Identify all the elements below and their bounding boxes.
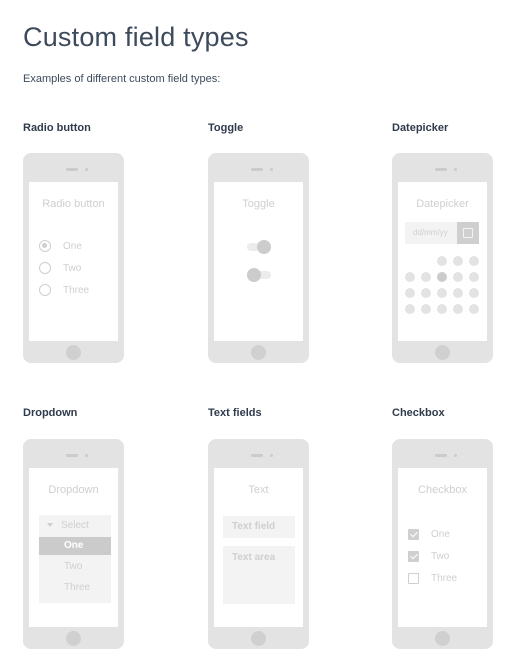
camera-icon	[454, 168, 457, 171]
section-label-radio: Radio button	[23, 122, 91, 134]
page-subtitle: Examples of different custom field types…	[23, 73, 221, 85]
calendar-day[interactable]	[421, 272, 431, 282]
camera-icon	[85, 168, 88, 171]
radio-unselected-icon[interactable]	[39, 284, 51, 296]
calendar-day[interactable]	[453, 304, 463, 314]
phone-screen: Dropdown Select One Two Three	[29, 468, 118, 627]
date-input[interactable]: dd/mm/yy	[405, 222, 457, 244]
speaker-icon	[435, 168, 447, 171]
phone-mockup-toggle: Toggle	[208, 153, 309, 363]
section-label-dropdown: Dropdown	[23, 407, 78, 419]
checkbox-option[interactable]: Two	[408, 549, 449, 563]
calendar-day[interactable]	[405, 304, 415, 314]
toggle-knob	[257, 240, 271, 254]
page-title: Custom field types	[23, 22, 249, 52]
home-button-icon	[66, 631, 81, 646]
calendar-day[interactable]	[405, 288, 415, 298]
phone-screen: Datepicker dd/mm/yy	[398, 182, 487, 341]
dropdown-option[interactable]: Two	[39, 558, 111, 576]
dropdown-option[interactable]: One	[39, 537, 111, 555]
screen-title: Datepicker	[416, 198, 469, 210]
toggle-off[interactable]	[247, 268, 271, 282]
calendar-day[interactable]	[453, 272, 463, 282]
radio-option[interactable]: Two	[39, 261, 81, 275]
calendar-day[interactable]	[453, 256, 463, 266]
calendar-day[interactable]	[405, 272, 415, 282]
camera-icon	[85, 454, 88, 457]
speaker-icon	[66, 168, 78, 171]
section-label-checkbox: Checkbox	[392, 407, 445, 419]
phone-screen: Text Text field Text area	[214, 468, 303, 627]
calendar-day[interactable]	[469, 272, 479, 282]
radio-option[interactable]: One	[39, 239, 82, 253]
text-area[interactable]: Text area	[223, 546, 295, 604]
home-button-icon	[435, 631, 450, 646]
home-button-icon	[251, 631, 266, 646]
checkbox-option[interactable]: Three	[408, 571, 457, 585]
calendar-day[interactable]	[437, 304, 447, 314]
phone-mockup-radio: Radio button One Two Three	[23, 153, 124, 363]
camera-icon	[270, 454, 273, 457]
screen-title: Checkbox	[418, 484, 467, 496]
speaker-icon	[435, 454, 447, 457]
section-label-toggle: Toggle	[208, 122, 244, 134]
radio-unselected-icon[interactable]	[39, 262, 51, 274]
camera-icon	[454, 454, 457, 457]
phone-mockup-checkbox: Checkbox One Two Three	[392, 439, 493, 649]
calendar-day[interactable]	[453, 288, 463, 298]
radio-option[interactable]: Three	[39, 283, 89, 297]
phone-mockup-datepicker: Datepicker dd/mm/yy	[392, 153, 493, 363]
screen-title: Dropdown	[48, 484, 99, 496]
section-label-datepicker: Datepicker	[392, 122, 449, 134]
speaker-icon	[251, 168, 263, 171]
home-button-icon	[435, 345, 450, 360]
phone-mockup-dropdown: Dropdown Select One Two Three	[23, 439, 124, 649]
phone-mockup-text: Text Text field Text area	[208, 439, 309, 649]
screen-title: Radio button	[42, 198, 105, 210]
caret-down-icon	[47, 523, 53, 528]
home-button-icon	[66, 345, 81, 360]
dropdown-select[interactable]: Select	[39, 517, 111, 535]
speaker-icon	[66, 454, 78, 457]
calendar-day[interactable]	[437, 256, 447, 266]
calendar-button[interactable]	[457, 222, 479, 244]
calendar-day[interactable]	[421, 288, 431, 298]
checkbox-checked-icon[interactable]	[408, 550, 419, 562]
phone-screen: Checkbox One Two Three	[398, 468, 487, 627]
calendar-day[interactable]	[469, 304, 479, 314]
dropdown-option[interactable]: Three	[39, 579, 111, 597]
checkbox-checked-icon[interactable]	[408, 528, 419, 540]
calendar-day[interactable]	[437, 288, 447, 298]
section-label-text-fields: Text fields	[208, 407, 262, 419]
checkbox-option[interactable]: One	[408, 527, 450, 541]
dropdown-menu: Select One Two Three	[39, 515, 111, 603]
calendar-day[interactable]	[469, 256, 479, 266]
radio-selected-icon[interactable]	[39, 240, 51, 252]
phone-screen: Radio button One Two Three	[29, 182, 118, 341]
checkbox-unchecked-icon[interactable]	[408, 572, 419, 584]
phone-screen: Toggle	[214, 182, 303, 341]
screen-title: Toggle	[242, 198, 275, 210]
toggle-on[interactable]	[247, 240, 271, 254]
screen-title: Text	[248, 484, 269, 496]
camera-icon	[270, 168, 273, 171]
calendar-day[interactable]	[421, 304, 431, 314]
calendar-day-selected[interactable]	[437, 272, 447, 282]
toggle-knob	[247, 268, 261, 282]
speaker-icon	[251, 454, 263, 457]
text-field[interactable]: Text field	[223, 516, 295, 538]
calendar-day[interactable]	[469, 288, 479, 298]
home-button-icon	[251, 345, 266, 360]
calendar-icon	[463, 228, 473, 238]
